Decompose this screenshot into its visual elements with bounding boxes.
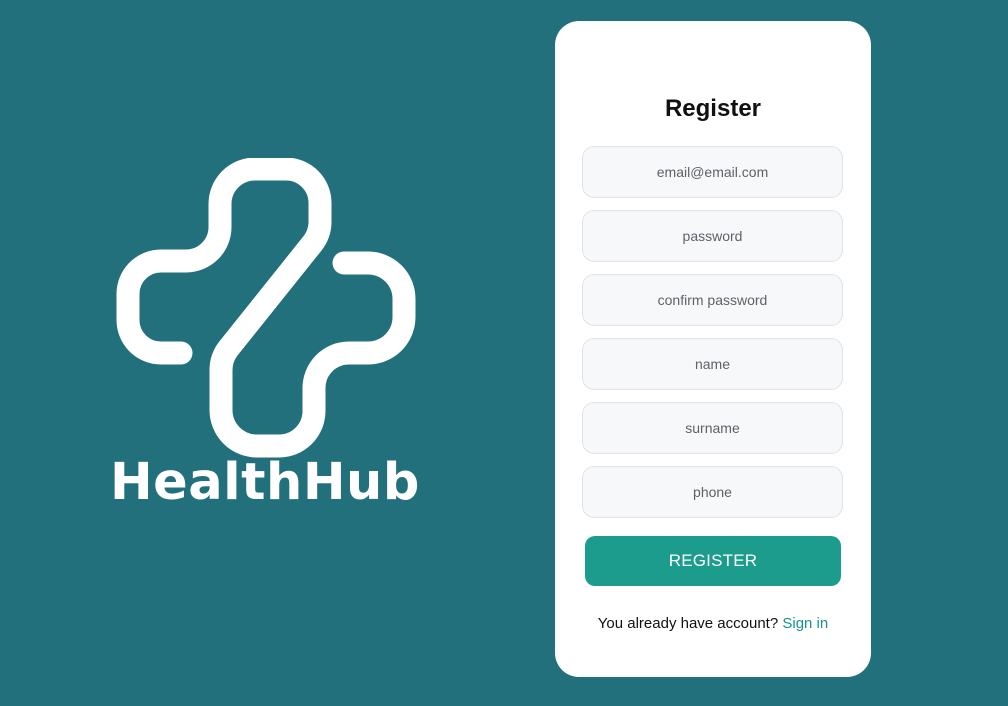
register-button[interactable]: REGISTER bbox=[585, 536, 841, 586]
phone-input[interactable] bbox=[582, 466, 843, 518]
surname-input[interactable] bbox=[582, 402, 843, 454]
register-title: Register bbox=[664, 95, 762, 122]
brand-name: HealthHub bbox=[110, 453, 420, 512]
email-input[interactable] bbox=[582, 146, 843, 198]
name-input[interactable] bbox=[582, 338, 843, 390]
signin-prompt: You already have account? bbox=[597, 615, 779, 632]
signin-row: You already have account? Sign in bbox=[555, 615, 871, 632]
confirm-password-input[interactable] bbox=[582, 274, 843, 326]
password-input[interactable] bbox=[582, 210, 843, 262]
register-card: Register REGISTER You already have accou… bbox=[555, 21, 871, 677]
medical-cross-icon bbox=[116, 158, 416, 458]
signin-link[interactable]: Sign in bbox=[782, 615, 828, 632]
brand-panel: HealthHub bbox=[0, 0, 540, 706]
